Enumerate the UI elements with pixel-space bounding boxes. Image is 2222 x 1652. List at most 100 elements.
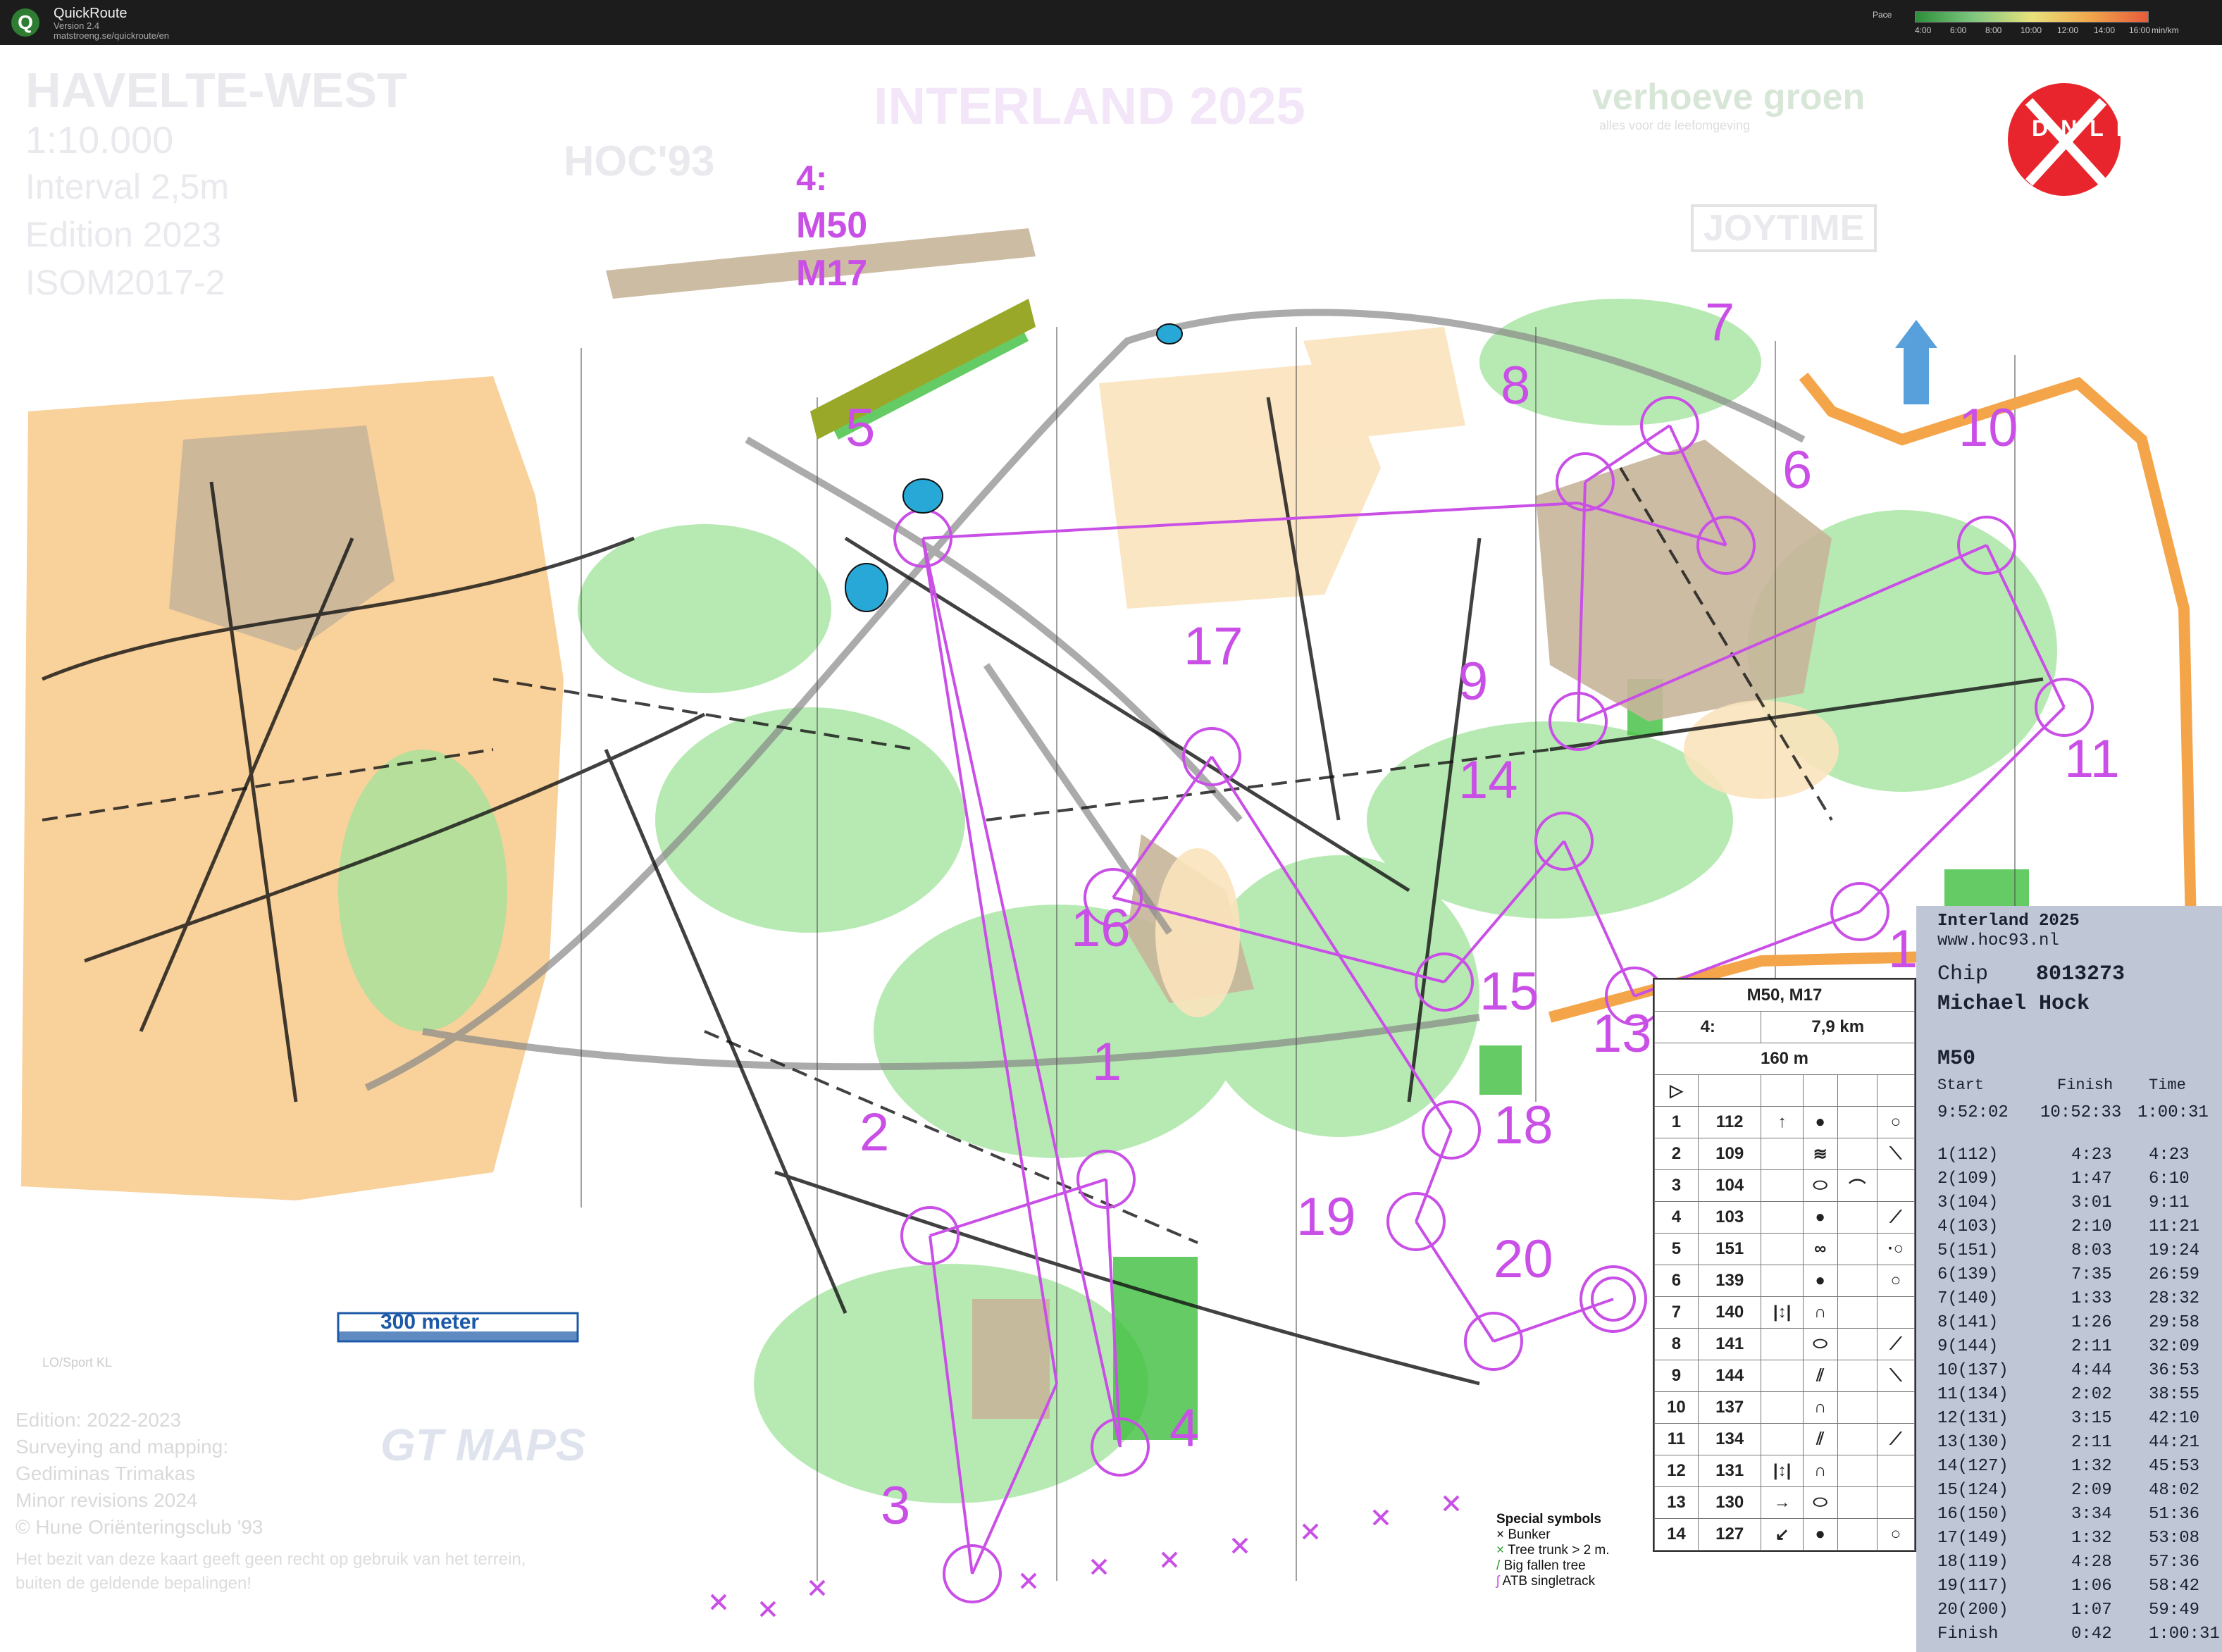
special-symbols-title: Special symbols — [1496, 1512, 1601, 1527]
split-leg-time: 8:03 — [2071, 1241, 2112, 1260]
split-control: 18(119) — [1937, 1553, 2009, 1572]
split-total-time: 26:59 — [2149, 1265, 2200, 1284]
lo-sport-logo: LO/Sport KL — [42, 1355, 113, 1370]
credit-line: Het bezit van deze kaart geeft geen rech… — [15, 1550, 526, 1569]
split-control: 17(149) — [1937, 1529, 2009, 1548]
split-control: 15(124) — [1937, 1481, 2009, 1500]
control-number: 16 — [1071, 898, 1131, 958]
event-title: INTERLAND 2025 — [874, 77, 1305, 135]
desc-row-code: 130 — [1697, 1486, 1762, 1519]
desc-row-number: 5 — [1654, 1233, 1699, 1265]
desc-row-number: 7 — [1654, 1296, 1699, 1329]
control-number: 9 — [1458, 652, 1489, 712]
split-leg-time: 2:11 — [2071, 1337, 2112, 1356]
split-leg-time: 1:33 — [2071, 1289, 2112, 1308]
split-leg-time: 1:47 — [2071, 1169, 2112, 1188]
split-control: 7(140) — [1937, 1289, 1999, 1308]
split-leg-time: 4:44 — [2071, 1361, 2112, 1380]
split-control: 6(139) — [1937, 1265, 1999, 1284]
control-number: 10 — [1959, 398, 2018, 458]
split-total-time: 11:21 — [2149, 1217, 2200, 1236]
pace-tick: 8:00 — [1985, 25, 2002, 35]
split-leg-time: 1:26 — [2071, 1313, 2112, 1332]
split-total-time: 32:09 — [2149, 1337, 2200, 1356]
desc-row-code: 112 — [1697, 1106, 1762, 1138]
split-control: 3(104) — [1937, 1193, 1999, 1212]
split-control: 8(141) — [1937, 1313, 1999, 1332]
app-title: QuickRoute — [54, 6, 128, 21]
course-class-m17: M17 — [796, 253, 868, 294]
desc-row-code: 139 — [1697, 1265, 1762, 1297]
desc-row-number: 10 — [1654, 1391, 1699, 1424]
description-climb: 160 m — [1654, 1043, 1915, 1075]
split-total-time: 57:36 — [2149, 1553, 2200, 1572]
credit-line: Edition: 2022-2023 — [15, 1409, 182, 1431]
pace-color-bar — [1915, 11, 2149, 23]
split-control: 2(109) — [1937, 1169, 1999, 1188]
control-number: 1 — [1092, 1032, 1122, 1092]
control-number: 4 — [1169, 1398, 1200, 1458]
split-total-time: 38:55 — [2149, 1385, 2200, 1404]
split-control: 20(200) — [1937, 1601, 2009, 1620]
desc-row-code: 140 — [1697, 1296, 1762, 1329]
control-number: 5 — [845, 398, 876, 458]
control-number: 19 — [1296, 1187, 1356, 1247]
joytime-logo: JOYTIME — [1691, 204, 1877, 252]
desc-row-code: 137 — [1697, 1391, 1762, 1424]
split-leg-time: 7:35 — [2071, 1265, 2112, 1284]
receipt-time-label: Time — [2149, 1076, 2186, 1094]
split-receipt: Interland 2025 www.hoc93.nl Chip 8013273… — [1916, 906, 2222, 1652]
desc-row-code: 127 — [1697, 1518, 1762, 1551]
pace-tick: 6:00 — [1950, 25, 1967, 35]
receipt-class: M50 — [1937, 1047, 1976, 1071]
control-number: 20 — [1494, 1229, 1553, 1289]
control-number: 18 — [1494, 1095, 1553, 1155]
split-total-time: 6:10 — [2149, 1169, 2190, 1188]
special-symbols-legend: Special symbols × Bunker × Tree trunk > … — [1496, 1512, 1644, 1589]
symbol-label: Tree trunk > 2 m. — [1508, 1543, 1610, 1558]
split-total-time: 42:10 — [2149, 1409, 2200, 1428]
map-scale: 1:10.000 — [25, 119, 174, 161]
dnlb-logo: DNLB — [2032, 116, 2145, 141]
symbol-fallen-tree: / Big fallen tree — [1496, 1558, 1586, 1573]
split-control: 13(130) — [1937, 1433, 2009, 1452]
split-leg-time: 4:28 — [2071, 1553, 2112, 1572]
symbol-tree-trunk: × Tree trunk > 2 m. — [1496, 1543, 1610, 1558]
split-leg-time: 2:02 — [2071, 1385, 2112, 1404]
receipt-event: Interland 2025 — [1937, 912, 2080, 931]
description-class: M50, M17 — [1654, 979, 1915, 1012]
split-control: Finish — [1937, 1625, 1999, 1644]
map-edition: Edition 2023 — [25, 215, 222, 254]
control-number: 13 — [1592, 1004, 1652, 1064]
scale-bar-label: 300 meter — [380, 1310, 480, 1334]
desc-row-number: 11 — [1654, 1423, 1699, 1455]
desc-row-number: 2 — [1654, 1138, 1699, 1170]
pace-tick: 16:00 — [2129, 25, 2151, 35]
app-version: Version 2.4 — [54, 20, 100, 31]
split-total-time: 48:02 — [2149, 1481, 2200, 1500]
credit-line: Minor revisions 2024 — [15, 1489, 198, 1511]
desc-row-code: 103 — [1697, 1201, 1762, 1234]
symbol-atb-singletrack: ʃ ATB singletrack — [1496, 1574, 1596, 1589]
split-total-time: 28:32 — [2149, 1289, 2200, 1308]
receipt-site: www.hoc93.nl — [1937, 931, 2059, 950]
split-control: 12(131) — [1937, 1409, 2009, 1428]
split-leg-time: 2:11 — [2071, 1433, 2112, 1452]
split-total-time: 44:21 — [2149, 1433, 2200, 1452]
desc-row-number: 9 — [1654, 1360, 1699, 1392]
symbol-label: Big fallen tree — [1503, 1558, 1586, 1573]
desc-row-number: 3 — [1654, 1169, 1699, 1202]
pace-legend: Pace 4:00 6:00 8:00 10:00 12:00 14:00 16… — [1873, 7, 2183, 38]
split-control: 14(127) — [1937, 1457, 2009, 1476]
desc-row-number: 6 — [1654, 1265, 1699, 1297]
map-standard: ISOM2017-2 — [25, 263, 225, 302]
pace-unit: min/km — [2152, 25, 2179, 35]
control-number: 14 — [1458, 750, 1518, 810]
split-leg-time: 2:09 — [2071, 1481, 2112, 1500]
symbol-label: ATB singletrack — [1502, 1574, 1596, 1589]
desc-row-number: 13 — [1654, 1486, 1699, 1519]
split-leg-time: 0:42 — [2071, 1625, 2112, 1644]
pace-tick: 10:00 — [2021, 25, 2042, 35]
split-leg-time: 1:07 — [2071, 1601, 2112, 1620]
split-total-time: 4:23 — [2149, 1145, 2190, 1165]
